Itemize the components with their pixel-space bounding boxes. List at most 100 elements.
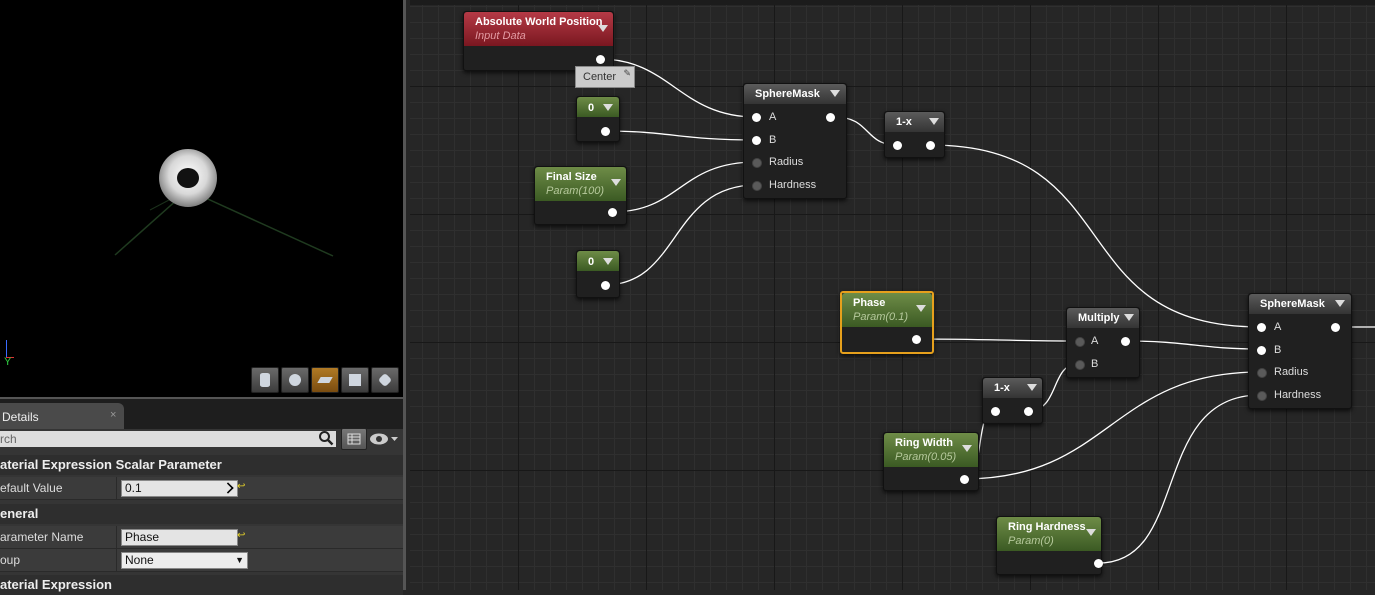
eye-icon[interactable] <box>368 430 400 448</box>
collapse-arrow-icon[interactable] <box>1027 384 1037 391</box>
pin-tooltip: Center ✎ <box>575 66 635 88</box>
node-multiply[interactable]: Multiply A B <box>1066 307 1140 378</box>
input-pin-a[interactable] <box>752 113 761 122</box>
collapse-arrow-icon[interactable] <box>603 258 613 265</box>
preview-viewport[interactable]: Y <box>0 0 406 399</box>
group-dropdown[interactable]: None ▼ <box>121 552 248 569</box>
preview-scene <box>114 149 334 257</box>
pin-label: Radius <box>769 156 804 168</box>
wire-const-to-mask1-b <box>604 130 757 141</box>
node-ring-width[interactable]: Ring Width Param(0.05) <box>883 432 979 491</box>
plane-preview-button[interactable] <box>311 367 339 393</box>
reset-default-icon[interactable]: ↩ <box>237 481 245 492</box>
node-one-minus-1[interactable]: 1-x <box>884 111 945 158</box>
output-pin[interactable] <box>1094 559 1103 568</box>
sphere-preview-button[interactable] <box>281 367 309 393</box>
node-phase[interactable]: Phase Param(0.1) <box>840 291 934 354</box>
category-scalar-parameter[interactable]: aterial Expression Scalar Parameter <box>0 455 403 475</box>
node-final-size[interactable]: Final Size Param(100) <box>534 166 627 225</box>
output-pin[interactable] <box>960 475 969 484</box>
collapse-arrow-icon[interactable] <box>1335 300 1345 307</box>
tab-details[interactable]: Details × <box>0 403 124 429</box>
output-pin[interactable] <box>1121 337 1130 346</box>
default-value-input[interactable]: 0.1 <box>121 480 238 497</box>
custom-mesh-icon <box>377 372 393 388</box>
parameter-name-input[interactable]: Phase <box>121 529 238 546</box>
cylinder-preview-button[interactable] <box>251 367 279 393</box>
pin-label: A <box>1274 321 1282 333</box>
column-divider <box>116 526 117 548</box>
pin-label: A <box>769 111 777 123</box>
input-pin-hardness[interactable] <box>1257 391 1267 401</box>
node-constant-hardness[interactable]: 0 <box>576 250 620 298</box>
search-icon[interactable] <box>318 430 334 446</box>
reset-default-icon[interactable]: ↩ <box>237 530 245 541</box>
collapse-arrow-icon[interactable] <box>830 90 840 97</box>
input-pin[interactable] <box>893 141 902 150</box>
node-ring-hardness[interactable]: Ring Hardness Param(0) <box>996 516 1103 575</box>
cube-preview-button[interactable] <box>341 367 369 393</box>
category-general[interactable]: eneral <box>0 504 403 524</box>
details-tab-bar: Details × <box>0 399 403 429</box>
preview-toolbar <box>251 367 399 393</box>
pin-label: B <box>769 134 777 146</box>
node-absolute-world-position[interactable]: Absolute World Position Input Data <box>463 11 614 71</box>
y-axis-label: Y <box>4 356 12 368</box>
chevron-down-icon: ▼ <box>235 555 244 565</box>
collapse-arrow-icon[interactable] <box>916 305 926 312</box>
node-title: Ring Hardness <box>1008 521 1086 533</box>
material-graph[interactable]: Absolute World Position Input Data Cente… <box>410 0 1375 590</box>
collapse-arrow-icon[interactable] <box>611 179 621 186</box>
tab-details-label: Details <box>2 410 39 424</box>
node-spheremask-1[interactable]: SphereMask A B Radius Hardness <box>743 83 847 199</box>
output-pin[interactable] <box>601 281 610 290</box>
output-pin[interactable] <box>1024 407 1033 416</box>
output-pin[interactable] <box>608 208 617 217</box>
collapse-arrow-icon[interactable] <box>1124 314 1134 321</box>
output-pin[interactable] <box>926 141 935 150</box>
input-pin-radius[interactable] <box>1257 368 1267 378</box>
default-value-label: efault Value <box>0 481 63 495</box>
wire-oneminus1-to-mask2-a <box>929 144 1261 328</box>
node-one-minus-2[interactable]: 1-x <box>982 377 1043 424</box>
input-pin-b[interactable] <box>752 136 761 145</box>
wire-const-to-mask1-hardness <box>604 184 757 286</box>
output-pin[interactable] <box>912 335 921 344</box>
collapse-arrow-icon[interactable] <box>962 445 972 452</box>
collapse-arrow-icon[interactable] <box>1086 529 1096 536</box>
node-subtitle: Param(100) <box>546 185 605 197</box>
details-search-input[interactable]: rch <box>0 431 336 447</box>
node-subtitle: Param(0.05) <box>895 451 957 463</box>
output-pin[interactable] <box>826 113 835 122</box>
input-pin-b[interactable] <box>1257 346 1266 355</box>
input-pin-a[interactable] <box>1075 337 1085 347</box>
property-matrix-button[interactable] <box>341 428 367 450</box>
property-row-default-value: efault Value 0.1 ↩ <box>0 477 403 500</box>
output-pin[interactable] <box>596 55 605 64</box>
input-pin-a[interactable] <box>1257 323 1266 332</box>
column-divider <box>116 549 117 571</box>
collapse-arrow-icon[interactable] <box>598 25 608 32</box>
tooltip-text: Center <box>583 71 617 83</box>
custom-mesh-preview-button[interactable] <box>371 367 399 393</box>
input-pin-b[interactable] <box>1075 360 1085 370</box>
collapse-arrow-icon[interactable] <box>603 104 613 111</box>
pin-icon[interactable]: ✎ <box>623 68 631 79</box>
group-label: oup <box>0 553 21 567</box>
close-icon[interactable]: × <box>110 409 116 421</box>
node-title: 1-x <box>896 116 912 128</box>
output-pin[interactable] <box>1331 323 1340 332</box>
input-pin-radius[interactable] <box>752 158 762 168</box>
node-spheremask-2[interactable]: SphereMask A B Radius Hardness <box>1248 293 1352 409</box>
parameter-name-label: arameter Name <box>0 530 84 544</box>
input-pin-hardness[interactable] <box>752 181 762 191</box>
input-pin[interactable] <box>991 407 1000 416</box>
collapse-arrow-icon[interactable] <box>929 118 939 125</box>
node-constant-center[interactable]: 0 <box>576 96 620 142</box>
category-material-expression[interactable]: aterial Expression <box>0 575 403 595</box>
pin-label: A <box>1091 335 1099 347</box>
details-search-row: rch <box>0 428 403 451</box>
property-row-group: oup None ▼ <box>0 549 403 572</box>
output-pin[interactable] <box>601 127 610 136</box>
pin-label: Hardness <box>1274 389 1322 401</box>
